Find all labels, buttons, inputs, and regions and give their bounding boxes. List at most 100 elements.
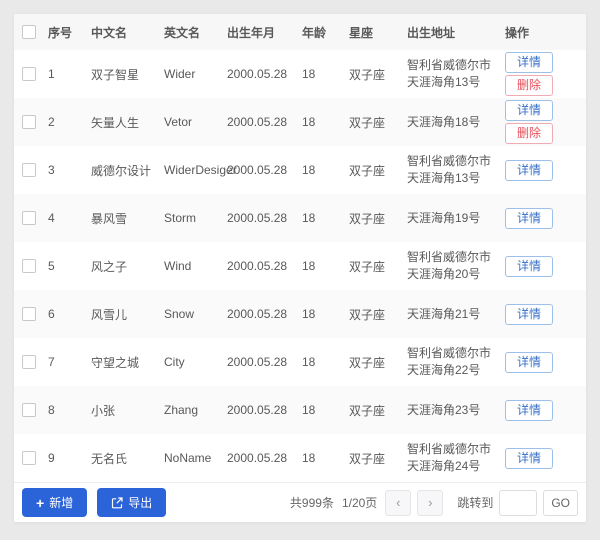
detail-button[interactable]: 详情 (505, 255, 553, 277)
cell-index: 4 (48, 211, 55, 225)
cell-index: 1 (48, 67, 55, 81)
jump-to-label: 跳转到 (457, 496, 494, 510)
cell-en-name: Zhang (164, 403, 199, 417)
prev-page-button[interactable]: ‹ (385, 489, 412, 516)
detail-button[interactable]: 详情 (505, 207, 553, 229)
cell-cn-name: 双子智星 (91, 67, 140, 82)
row-checkbox[interactable] (22, 307, 36, 321)
data-table-card: 序号 中文名 英文名 出生年月 年龄 星座 出生地址 操作 1 双子智星 Wid… (14, 14, 586, 522)
detail-button[interactable]: 详情 (505, 52, 553, 73)
cell-address: 智利省威德尔市 天涯海角13号 (407, 50, 505, 98)
cell-actions: 详情 (505, 290, 586, 338)
cell-age: 18 (302, 259, 316, 273)
cell-en-name: Storm (164, 211, 197, 225)
row-checkbox[interactable] (22, 211, 36, 225)
row-checkbox[interactable] (22, 163, 36, 177)
cell-age: 18 (302, 115, 316, 129)
cell-cn-name: 守望之城 (91, 355, 140, 370)
table-row: 7 守望之城 City 2000.05.28 18 双子座 智利省威德尔市 天涯… (14, 338, 586, 386)
table-footer: + 新增 导出 共999条 1/20页 ‹ › 跳转到 GO (14, 482, 586, 522)
cell-address: 智利省威德尔市 天涯海角24号 (407, 434, 505, 482)
row-checkbox-cell (14, 434, 48, 482)
cell-address: 天涯海角23号 (407, 386, 505, 434)
address-line: 天涯海角21号 (407, 306, 481, 321)
detail-button[interactable]: 详情 (505, 351, 553, 373)
export-button-label: 导出 (128, 496, 153, 510)
cell-address: 天涯海角18号 (407, 98, 505, 146)
address-line: 天涯海角19号 (407, 210, 481, 225)
cell-cn-name: 暴风雪 (91, 211, 128, 226)
table-row: 5 风之子 Wind 2000.05.28 18 双子座 智利省威德尔市 天涯海… (14, 242, 586, 290)
cell-age: 18 (302, 67, 316, 81)
header-actions: 操作 (505, 14, 586, 50)
detail-button[interactable]: 详情 (505, 399, 553, 421)
detail-button[interactable]: 详情 (505, 159, 553, 181)
cell-sign: 双子座 (349, 163, 386, 178)
cell-sign: 双子座 (349, 307, 386, 322)
row-checkbox-cell (14, 290, 48, 338)
next-page-button[interactable]: › (417, 489, 444, 516)
row-checkbox[interactable] (22, 259, 36, 273)
cell-actions: 详情 (505, 338, 586, 386)
cell-en-name: Vetor (164, 115, 193, 129)
cell-birth: 2000.05.28 (227, 115, 288, 129)
row-checkbox-cell (14, 146, 48, 194)
cell-birth: 2000.05.28 (227, 259, 288, 273)
cell-address: 天涯海角21号 (407, 290, 505, 338)
cell-address: 智利省威德尔市 天涯海角22号 (407, 338, 505, 386)
address-line: 天涯海角24号 (407, 459, 481, 473)
jump-page-input[interactable] (499, 489, 538, 516)
row-checkbox-cell (14, 50, 48, 98)
header-birth: 出生年月 (227, 14, 302, 50)
table-header: 序号 中文名 英文名 出生年月 年龄 星座 出生地址 操作 (14, 14, 586, 50)
row-checkbox[interactable] (22, 403, 36, 417)
select-all-checkbox[interactable] (22, 25, 36, 39)
plus-icon: + (36, 494, 45, 511)
go-button[interactable]: GO (543, 489, 578, 516)
cell-en-name: City (164, 355, 185, 369)
cell-cn-name: 风雪儿 (91, 307, 128, 322)
address-line: 智利省威德尔市 (407, 442, 492, 456)
cell-index: 7 (48, 355, 55, 369)
cell-cn-name: 威德尔设计 (91, 163, 152, 178)
row-checkbox-cell (14, 242, 48, 290)
cell-age: 18 (302, 211, 316, 225)
row-checkbox[interactable] (22, 115, 36, 129)
add-button-label: 新增 (49, 496, 74, 510)
header-checkbox-cell (14, 14, 48, 50)
cell-cn-name: 无名氏 (91, 451, 128, 466)
table-row: 8 小张 Zhang 2000.05.28 18 双子座 天涯海角23号 详情 (14, 386, 586, 434)
cell-age: 18 (302, 451, 316, 465)
row-checkbox[interactable] (22, 355, 36, 369)
header-index: 序号 (48, 14, 91, 50)
add-button[interactable]: + 新增 (22, 488, 88, 517)
detail-button[interactable]: 详情 (505, 303, 553, 325)
cell-birth: 2000.05.28 (227, 451, 288, 465)
cell-birth: 2000.05.28 (227, 211, 288, 225)
cell-age: 18 (302, 163, 316, 177)
detail-button[interactable]: 详情 (505, 447, 553, 469)
address-line: 天涯海角18号 (407, 114, 481, 129)
cell-cn-name: 小张 (91, 403, 116, 418)
export-button[interactable]: 导出 (97, 488, 167, 517)
row-checkbox[interactable] (22, 67, 36, 81)
detail-button[interactable]: 详情 (505, 100, 553, 121)
cell-index: 8 (48, 403, 55, 417)
cell-sign: 双子座 (349, 451, 386, 466)
pagination-total: 共999条 (289, 496, 334, 510)
cell-en-name: Snow (164, 307, 195, 321)
cell-en-name: NoName (164, 451, 212, 465)
cell-age: 18 (302, 355, 316, 369)
cell-index: 3 (48, 163, 55, 177)
cell-actions: 详情 (505, 146, 586, 194)
table-row: 1 双子智星 Wider 2000.05.28 18 双子座 智利省威德尔市 天… (14, 50, 586, 98)
delete-button[interactable]: 删除 (505, 75, 553, 96)
cell-index: 9 (48, 451, 55, 465)
address-line: 智利省威德尔市 (407, 346, 492, 360)
row-checkbox[interactable] (22, 451, 36, 465)
delete-button[interactable]: 删除 (505, 123, 553, 144)
cell-sign: 双子座 (349, 403, 386, 418)
cell-age: 18 (302, 307, 316, 321)
cell-actions: 详情 (505, 386, 586, 434)
cell-birth: 2000.05.28 (227, 67, 288, 81)
